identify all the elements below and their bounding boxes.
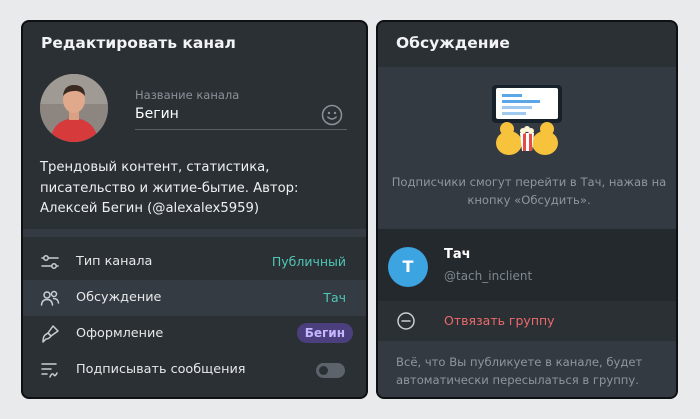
discussion-note-text: Всё, что Вы публикуете в канале, будет а… xyxy=(396,355,643,387)
sliders-icon xyxy=(40,252,60,272)
channel-type-value: Публичный xyxy=(271,254,346,269)
edit-channel-title: Редактировать канал xyxy=(41,34,236,52)
row-label: Тип канала xyxy=(76,254,153,269)
emoji-icon[interactable] xyxy=(321,104,343,126)
channel-name-underline xyxy=(135,129,347,130)
discussion-illustration xyxy=(489,83,565,159)
sign-messages-toggle[interactable] xyxy=(316,363,345,378)
edit-channel-panel: Редактировать канал Название канала Беги… xyxy=(21,20,368,399)
group-name: Тач xyxy=(444,247,471,262)
discussion-title: Обсуждение xyxy=(396,34,510,52)
linked-group-row[interactable]: Т Тач @tach_inclient xyxy=(378,229,676,301)
group-avatar: Т xyxy=(388,247,428,287)
discussion-value: Тач xyxy=(323,290,346,305)
channel-name-input[interactable]: Бегин xyxy=(135,106,179,122)
discussion-info-section: Подписчики смогут перейти в Тач, нажав н… xyxy=(378,67,676,229)
brush-icon xyxy=(40,324,60,344)
appearance-badge: Бегин xyxy=(296,323,353,343)
channel-name-label: Название канала xyxy=(135,88,240,102)
row-label: Оформление xyxy=(76,326,164,341)
channel-avatar[interactable] xyxy=(40,74,108,142)
discussion-info-text: Подписчики смогут перейти в Тач, нажав н… xyxy=(391,175,667,207)
row-label: Обсуждение xyxy=(76,290,162,305)
unlink-group-label: Отвязать группу xyxy=(444,313,555,328)
unlink-group-button[interactable]: Отвязать группу xyxy=(378,301,676,341)
row-channel-type[interactable]: Тип канала Публичный xyxy=(23,244,366,280)
minus-circle-icon xyxy=(396,311,416,331)
signature-icon xyxy=(40,360,60,380)
row-sign-messages[interactable]: Подписывать сообщения xyxy=(23,352,366,388)
channel-description[interactable]: Трендовый контент, статистика, писательс… xyxy=(40,158,360,220)
discussion-note-section: Всё, что Вы публикуете в канале, будет а… xyxy=(378,341,676,397)
row-label: Подписывать сообщения xyxy=(76,362,246,377)
row-discussion[interactable]: Обсуждение Тач xyxy=(23,280,366,316)
row-appearance[interactable]: Оформление Бегин xyxy=(23,316,366,352)
discussion-panel: Обсуждение Подписчики смогут перейти в Т… xyxy=(376,20,678,399)
group-handle: @tach_inclient xyxy=(444,269,533,283)
people-icon xyxy=(40,288,60,308)
section-divider xyxy=(23,229,366,237)
